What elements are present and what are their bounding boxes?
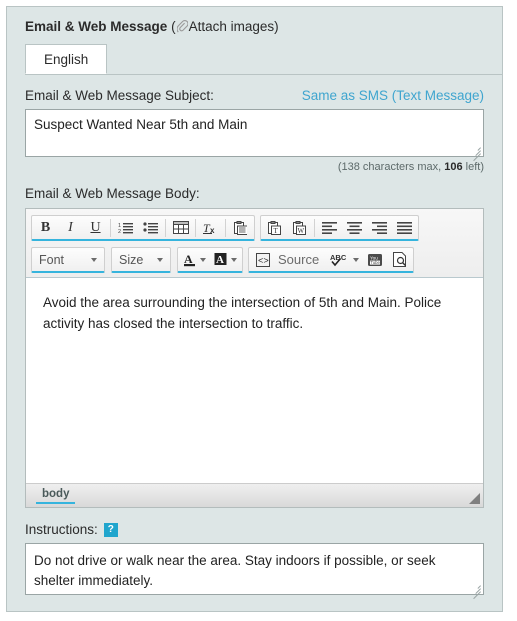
character-counter: (138 characters max, 106 left) bbox=[25, 161, 484, 173]
spellcheck-icon[interactable]: ABC bbox=[325, 248, 362, 272]
help-icon[interactable]: ? bbox=[103, 522, 118, 537]
toolbar-row-2: Font Size A A <> Source ABC You Tube bbox=[31, 243, 478, 277]
editor-resize-grip[interactable] bbox=[469, 493, 480, 504]
instructions-input[interactable] bbox=[25, 543, 484, 595]
subject-row: Email & Web Message Subject: Same as SMS… bbox=[25, 88, 484, 103]
attach-images-link[interactable]: Attach images bbox=[189, 19, 275, 34]
tab-english[interactable]: English bbox=[25, 44, 108, 74]
paperclip-icon bbox=[176, 20, 188, 33]
paste-icon[interactable] bbox=[228, 216, 253, 240]
svg-text:T: T bbox=[274, 227, 279, 235]
panel-header: Email & Web Message ( Attach images) bbox=[7, 7, 502, 35]
chevron-down-icon bbox=[157, 257, 163, 262]
source-icon[interactable]: <> bbox=[250, 248, 275, 272]
underline-icon[interactable]: U bbox=[83, 216, 108, 240]
subject-input-wrapper bbox=[25, 109, 484, 162]
toolbar-separator bbox=[314, 218, 315, 237]
size-select-label: Size bbox=[119, 252, 144, 267]
toolbar-group-paste: T W bbox=[260, 215, 419, 241]
font-select[interactable]: Font bbox=[31, 247, 105, 273]
panel-body: Email & Web Message Subject: Same as SMS… bbox=[7, 88, 502, 600]
chevron-down-icon bbox=[91, 257, 97, 262]
toolbar-group-tools: <> Source ABC You Tube bbox=[248, 247, 415, 273]
header-open-paren: ( bbox=[167, 19, 176, 34]
text-color-icon[interactable]: A bbox=[179, 248, 210, 272]
body-label: Email & Web Message Body: bbox=[25, 186, 200, 201]
language-tabstrip: English bbox=[25, 44, 502, 75]
rich-text-editor: B I U 12 Tx T W Font Size A A <> Source … bbox=[25, 208, 484, 508]
header-close-paren: ) bbox=[274, 19, 279, 34]
svg-text:A: A bbox=[184, 252, 193, 266]
source-button-label[interactable]: Source bbox=[275, 252, 325, 267]
subject-input[interactable] bbox=[25, 109, 484, 157]
svg-text:<>: <> bbox=[258, 256, 269, 266]
chevron-down-icon bbox=[200, 257, 206, 262]
same-as-sms-link[interactable]: Same as SMS (Text Message) bbox=[302, 88, 484, 103]
align-justify-icon[interactable] bbox=[392, 216, 417, 240]
paste-text-icon[interactable]: T bbox=[262, 216, 287, 240]
counter-prefix: (138 characters max, bbox=[337, 161, 445, 173]
email-web-message-panel: Email & Web Message ( Attach images) Engl… bbox=[6, 6, 503, 612]
size-select[interactable]: Size bbox=[111, 247, 171, 273]
table-icon[interactable] bbox=[168, 216, 193, 240]
svg-text:A: A bbox=[216, 254, 224, 266]
toolbar-separator bbox=[195, 218, 196, 237]
toolbar-row-1: B I U 12 Tx T W bbox=[31, 213, 478, 243]
element-path-body[interactable]: body bbox=[36, 488, 76, 504]
editor-statusbar: body bbox=[26, 483, 483, 507]
counter-suffix: left) bbox=[462, 161, 484, 173]
svg-text:W: W bbox=[298, 227, 305, 235]
paste-word-icon[interactable]: W bbox=[287, 216, 312, 240]
svg-text:2: 2 bbox=[118, 229, 121, 234]
subject-label: Email & Web Message Subject: bbox=[25, 88, 214, 103]
instructions-input-wrapper bbox=[25, 543, 484, 600]
editor-toolbar: B I U 12 Tx T W Font Size A A <> Source … bbox=[26, 209, 483, 278]
bold-icon[interactable]: B bbox=[33, 216, 58, 240]
toolbar-separator bbox=[225, 218, 226, 237]
chevron-down-icon bbox=[353, 257, 360, 262]
bulleted-list-icon[interactable] bbox=[138, 216, 163, 240]
body-row: Email & Web Message Body: bbox=[25, 186, 484, 201]
font-select-label: Font bbox=[39, 252, 65, 267]
toolbar-group-colors: A A bbox=[177, 247, 243, 273]
svg-text:x: x bbox=[210, 226, 215, 234]
align-center-icon[interactable] bbox=[342, 216, 367, 240]
youtube-icon[interactable]: You Tube bbox=[362, 248, 387, 272]
align-right-icon[interactable] bbox=[367, 216, 392, 240]
toolbar-separator bbox=[165, 218, 166, 237]
align-left-icon[interactable] bbox=[317, 216, 342, 240]
instructions-label: Instructions: bbox=[25, 522, 98, 537]
numbered-list-icon[interactable]: 12 bbox=[113, 216, 138, 240]
message-body-editor[interactable]: Avoid the area surrounding the intersect… bbox=[26, 278, 483, 483]
remove-format-icon[interactable]: Tx bbox=[198, 216, 223, 240]
background-color-icon[interactable]: A bbox=[210, 248, 241, 272]
preview-icon[interactable] bbox=[387, 248, 412, 272]
counter-remaining: 106 bbox=[444, 161, 463, 173]
italic-icon[interactable]: I bbox=[58, 216, 83, 240]
instructions-label-row: Instructions: ? bbox=[25, 522, 484, 537]
toolbar-separator bbox=[110, 218, 111, 237]
chevron-down-icon bbox=[231, 257, 237, 262]
svg-text:Tube: Tube bbox=[370, 260, 380, 265]
page-title: Email & Web Message bbox=[25, 19, 168, 34]
toolbar-group-basic-styles: B I U 12 Tx bbox=[31, 215, 255, 241]
